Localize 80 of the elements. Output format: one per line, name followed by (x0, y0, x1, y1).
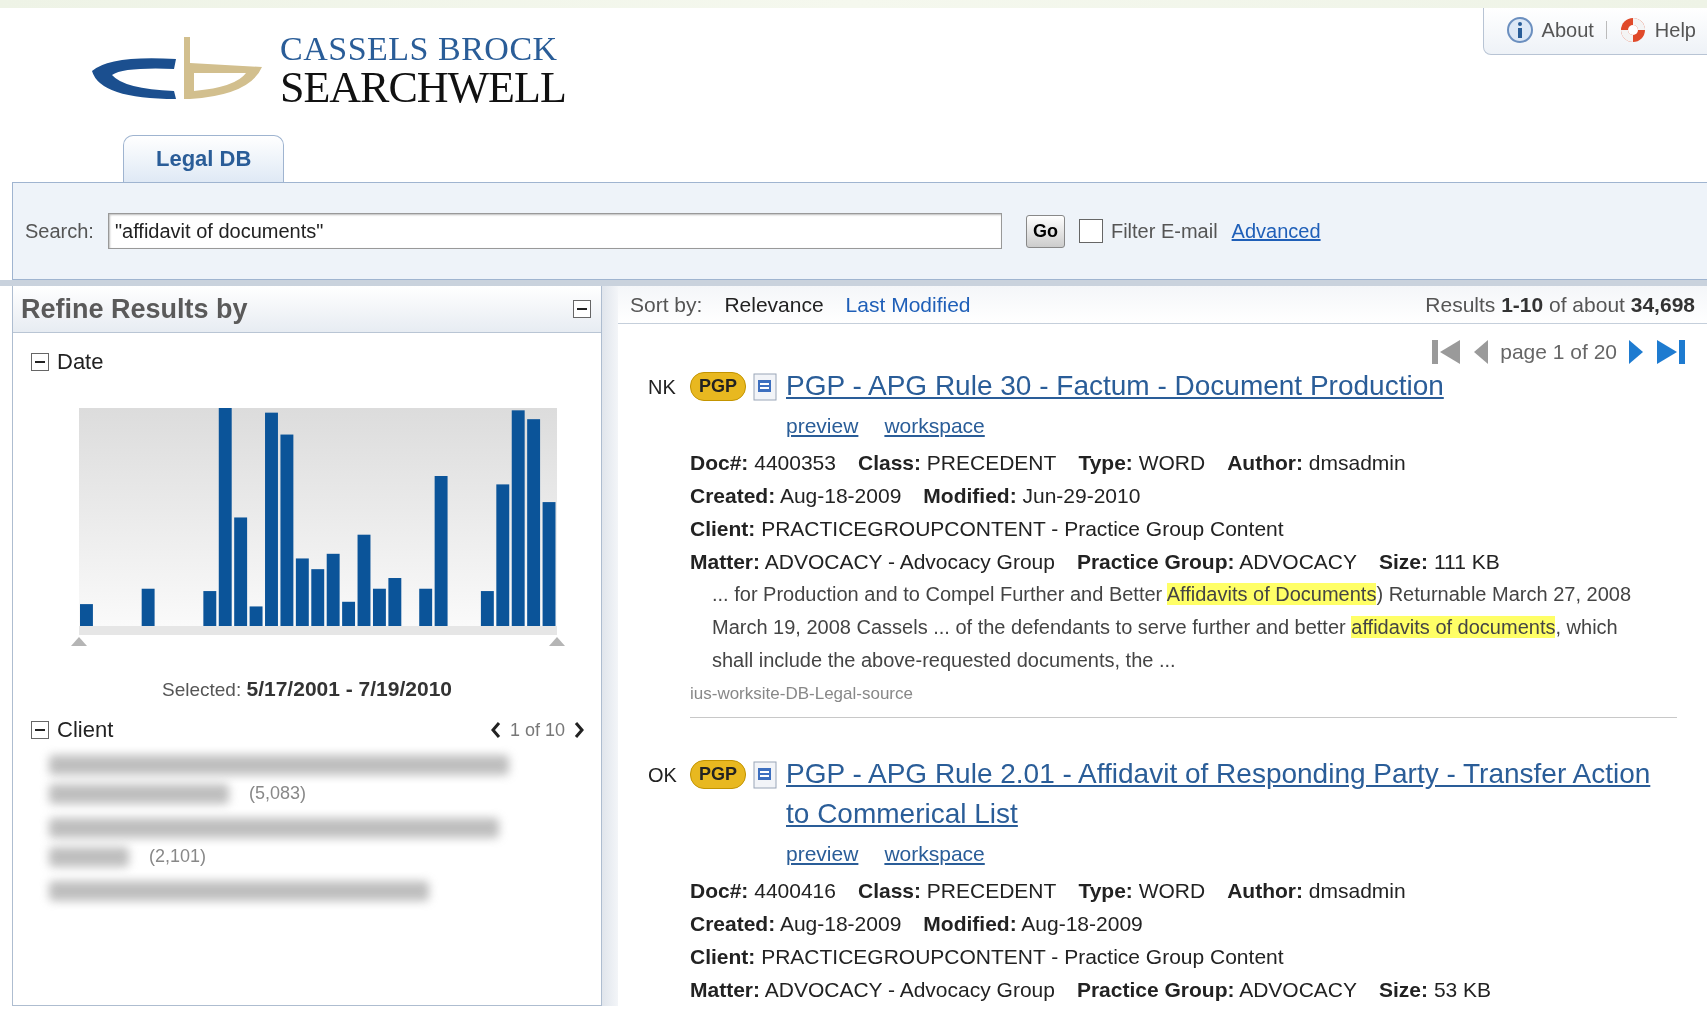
chevron-right-icon[interactable] (573, 721, 585, 739)
histogram-bar[interactable] (419, 588, 433, 626)
result-action-link[interactable]: preview (786, 406, 859, 446)
histogram-bar[interactable] (342, 601, 356, 626)
go-button[interactable]: Go (1025, 214, 1065, 248)
meta-field: Size: 53 KB (1379, 973, 1492, 1006)
panel-title: Refine Results by (21, 293, 248, 325)
result-action-link[interactable]: workspace (884, 834, 985, 874)
meta-field: Doc#: 4400416 (690, 874, 836, 907)
lifebuoy-icon (1618, 16, 1647, 44)
meta-field: Client: PRACTICEGROUPCONTENT - Practice Group Content (690, 512, 1284, 545)
meta-field: Type: WORD (1078, 874, 1206, 907)
first-page-icon[interactable] (1430, 338, 1463, 366)
author-initials: NK (648, 376, 677, 399)
document-icon (752, 372, 780, 402)
histogram-bar[interactable] (388, 578, 402, 626)
facet-title: Client (57, 717, 114, 743)
range-slider-track[interactable] (79, 626, 557, 635)
meta-field: Class: PRECEDENT (857, 446, 1057, 479)
client-pager: 1 of 10 (509, 719, 565, 741)
search-label: Search: (25, 219, 94, 243)
result-source: ius-worksite-DB-Legal-source (690, 683, 914, 705)
histogram-bar[interactable] (496, 484, 510, 626)
filter-checkbox[interactable] (1078, 219, 1103, 243)
result-snippet: ... for Production and to Compel Further and Better Affidavits of Documents) Returnable March 27, 2008 March 19, 2008 Cassels ... of the defendants to serve further and better affidavits of documents, which shall include the above-requested documents, the ... (711, 582, 1632, 673)
next-page-icon[interactable] (1627, 338, 1645, 366)
header-link[interactable]: About (1541, 18, 1594, 42)
meta-field: Practice Group: ADVOCACY (1076, 545, 1358, 578)
histogram-bar[interactable] (527, 419, 541, 626)
practice-badge: PGP (690, 760, 746, 789)
result-action-link[interactable]: workspace (884, 406, 985, 446)
meta-field: Matter: ADVOCACY - Advocacy Group (690, 545, 1055, 578)
result-title-link[interactable]: PGP - APG Rule 30 - Factum - Document Production (786, 366, 1677, 406)
meta-field: Matter: ADVOCACY - Advocacy Group (690, 973, 1055, 1006)
histogram-bar[interactable] (311, 569, 325, 626)
last-page-icon[interactable] (1655, 338, 1687, 366)
sort-label: Sort by: (630, 292, 703, 317)
chevron-left-icon[interactable] (489, 721, 502, 739)
product-name: SEARCHWELL (280, 66, 566, 110)
meta-field: Practice Group: ADVOCACY (1076, 973, 1358, 1006)
meta-field: Type: WORD (1078, 446, 1206, 479)
document-icon (752, 760, 780, 790)
collapse-icon[interactable] (573, 300, 591, 318)
histogram-bar[interactable] (280, 434, 294, 626)
meta-field: Modified: Aug-18-2009 (923, 907, 1143, 940)
result-action-link[interactable]: preview (786, 834, 859, 874)
author-initials: OK (648, 764, 678, 787)
results-summary: Results 1-10 of about 34,698 (1425, 292, 1695, 317)
practice-badge: PGP (690, 372, 746, 401)
meta-field: Size: 111 KB (1379, 545, 1500, 578)
meta-field: Created: Aug-18-2009 (690, 479, 902, 512)
meta-field: Client: PRACTICEGROUPCONTENT - Practice Group Content (690, 940, 1284, 973)
meta-field: Author: dmsadmin (1227, 446, 1406, 479)
previous-page-icon[interactable] (1472, 338, 1491, 366)
advanced-link[interactable]: Advanced (1231, 219, 1321, 243)
histogram-bar[interactable] (234, 517, 248, 626)
sort-option[interactable]: Relevance (724, 292, 824, 317)
client-count: (5,083) (249, 783, 307, 804)
brand-name: CASSELS BROCK (280, 32, 559, 66)
collapse-icon[interactable] (31, 721, 49, 739)
meta-field: Author: dmsadmin (1227, 874, 1406, 907)
meta-field: Class: PRECEDENT (857, 874, 1057, 907)
selected-range: Selected: 5/17/2001 - 7/19/2010 (161, 677, 453, 701)
histogram-bar[interactable] (203, 591, 217, 626)
collapse-icon[interactable] (31, 353, 49, 371)
client-count: (2,101) (149, 846, 207, 867)
meta-field: Doc#: 4400353 (690, 446, 836, 479)
info-icon (1505, 16, 1534, 44)
filter-label: Filter E-mail (1110, 219, 1218, 243)
meta-field: Created: Aug-18-2009 (690, 907, 902, 940)
header-link[interactable]: Help (1654, 18, 1696, 42)
range-handle[interactable] (71, 637, 87, 646)
tab[interactable]: Legal DB (123, 135, 285, 182)
facet-title: Date (57, 349, 104, 375)
result-title-link[interactable]: PGP - APG Rule 2.01 - Affidavit of Responding Party - Transfer Action to Commerical List (786, 754, 1677, 834)
page-indicator: page 1 of 20 (1500, 340, 1617, 364)
range-handle[interactable] (549, 637, 565, 646)
sort-option[interactable]: Last Modified (845, 292, 971, 317)
meta-field: Modified: Jun-29-2010 (923, 479, 1141, 512)
search-field[interactable]: "affidavit of documents" (107, 213, 1002, 249)
